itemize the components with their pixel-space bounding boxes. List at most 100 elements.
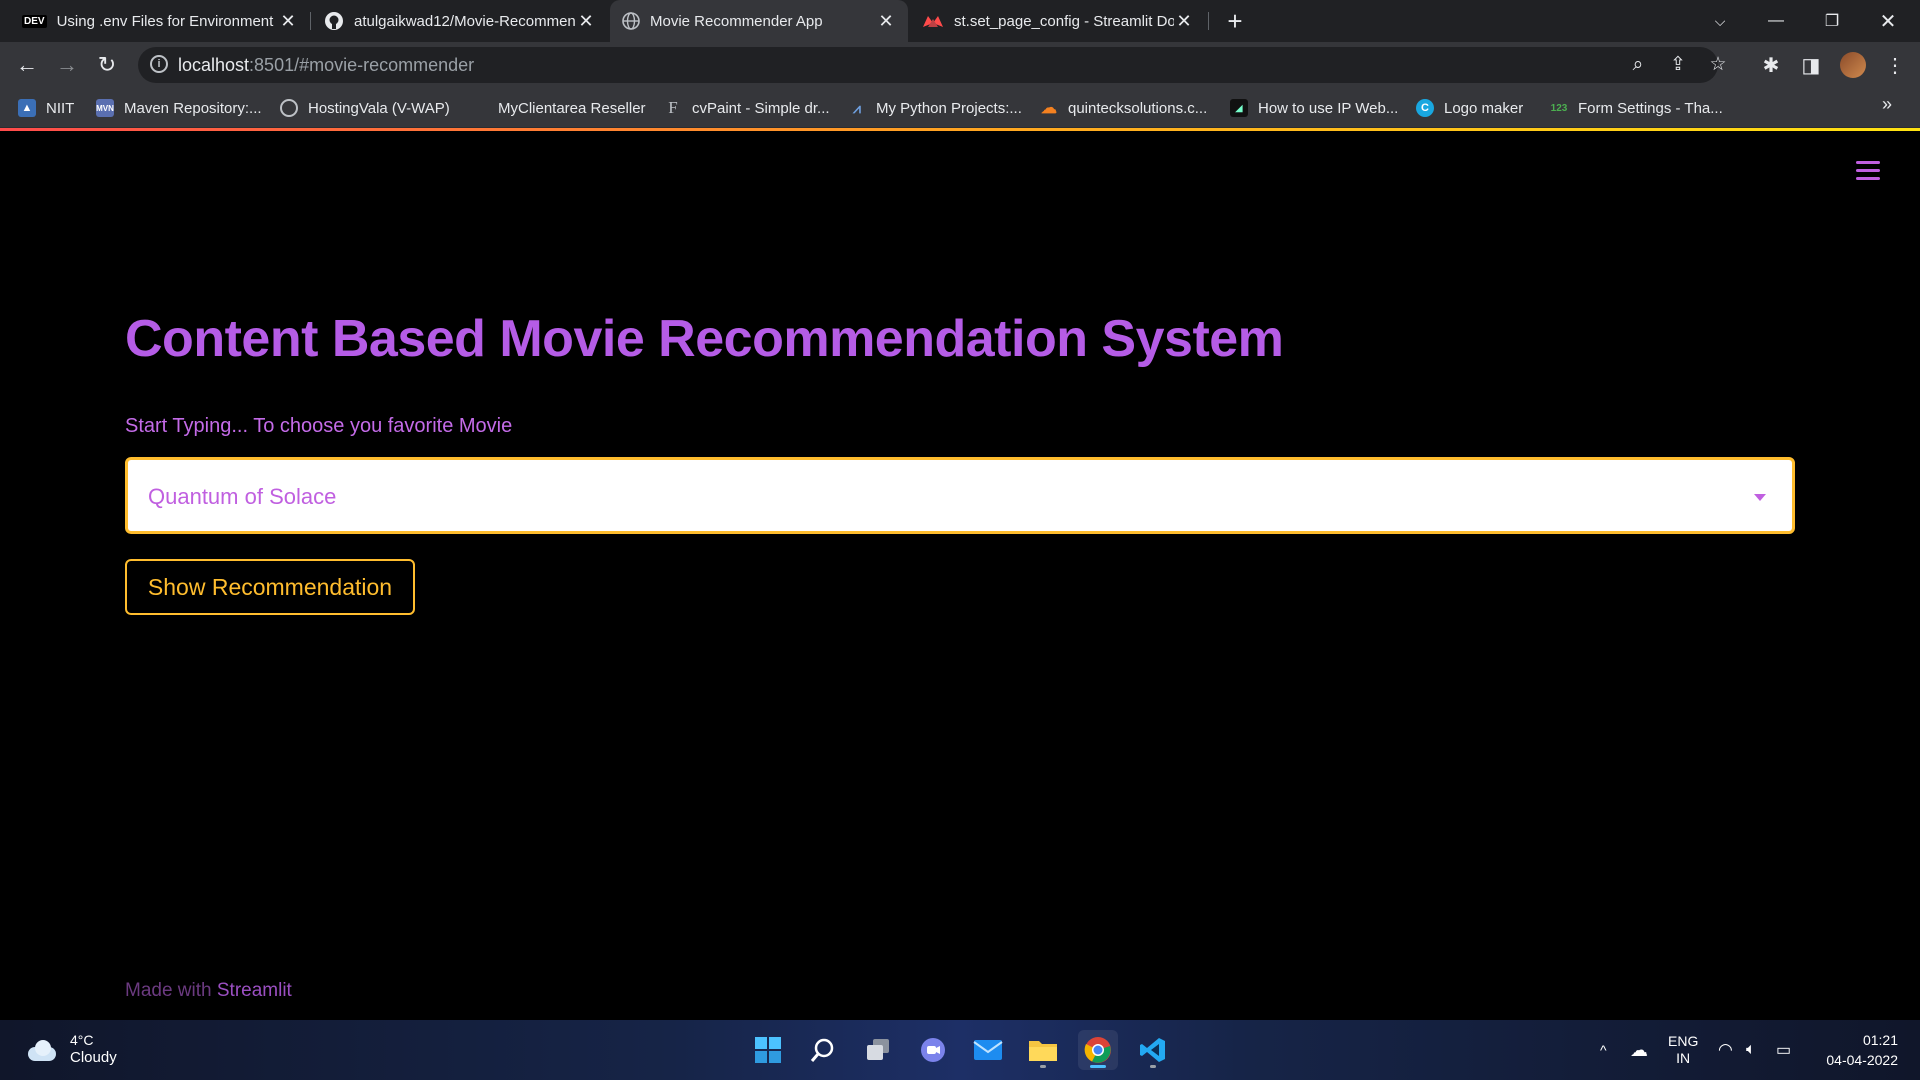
tab-github[interactable]: atulgaikwad12/Movie-Recommen ✕ bbox=[312, 0, 608, 42]
chrome-icon[interactable] bbox=[1078, 1030, 1118, 1070]
minimize-button[interactable]: — bbox=[1748, 0, 1804, 42]
vscode-icon[interactable] bbox=[1133, 1030, 1173, 1070]
restore-button[interactable]: ❐ bbox=[1804, 0, 1860, 42]
movie-selectbox[interactable]: Quantum of Solace bbox=[125, 457, 1795, 534]
close-icon[interactable]: ✕ bbox=[576, 11, 596, 31]
file-explorer-icon[interactable] bbox=[1023, 1030, 1063, 1070]
active-indicator bbox=[1090, 1065, 1106, 1068]
bookmark-label: How to use IP Web... bbox=[1258, 99, 1399, 117]
weather-widget[interactable]: 4°C Cloudy bbox=[24, 1032, 117, 1067]
reload-button[interactable]: ↻ bbox=[92, 50, 122, 80]
cloudflare-icon: ☁ bbox=[1041, 100, 1057, 117]
bookmark-label: quinteckso­lutions.c... bbox=[1068, 99, 1208, 117]
globe-icon bbox=[622, 12, 640, 30]
tab-title: st.set_page_config - Streamlit Do bbox=[954, 12, 1174, 30]
running-indicator bbox=[1040, 1065, 1046, 1068]
close-icon[interactable]: ✕ bbox=[1174, 11, 1194, 31]
streamlit-link[interactable]: Streamlit bbox=[217, 980, 292, 1001]
streamlit-app: Content Based Movie Recommendation Syste… bbox=[0, 131, 1920, 1020]
close-icon[interactable]: ✕ bbox=[876, 11, 896, 31]
bookmark-star-icon[interactable]: ☆ bbox=[1706, 53, 1730, 77]
time: 01:21 bbox=[1862, 1032, 1898, 1048]
cvpaint-icon: F bbox=[668, 98, 678, 117]
tab-title: Movie Recommender App bbox=[650, 12, 823, 30]
ipwebcam-icon: ◢ bbox=[1230, 99, 1248, 117]
temperature: 4°C bbox=[70, 1032, 94, 1048]
region-code: IN bbox=[1676, 1050, 1691, 1066]
weather-condition: Cloudy bbox=[70, 1049, 117, 1066]
bookmark-form-settings[interactable]: 123 Form Settings - Tha... bbox=[1550, 96, 1723, 120]
bookmark-niit[interactable]: ▲ NIIT bbox=[18, 96, 74, 120]
share-icon[interactable]: ⇪ bbox=[1666, 53, 1690, 77]
bookmark-label: Logo maker bbox=[1444, 99, 1524, 117]
task-view-icon[interactable] bbox=[858, 1030, 898, 1070]
show-hidden-icons[interactable]: ^ bbox=[1600, 1020, 1607, 1080]
browser-toolbar: ← → ↻ i localhost:8501/#movie-recommende… bbox=[0, 42, 1920, 88]
bookmark-quintecksolutions[interactable]: ☁ quinteckso­lutions.c... bbox=[1040, 96, 1207, 120]
bookmark-logo-maker[interactable]: C Logo maker bbox=[1416, 96, 1523, 120]
logo-maker-icon: C bbox=[1416, 99, 1434, 117]
movie-select-label: Start Typing... To choose you favorite M… bbox=[125, 415, 513, 437]
footer-text: Made with bbox=[125, 980, 217, 1001]
form-icon: 123 bbox=[1550, 102, 1568, 114]
hamburger-menu-icon[interactable] bbox=[1856, 161, 1880, 181]
maven-icon: MVN bbox=[96, 99, 114, 117]
volume-icon[interactable]: 🔈︎ bbox=[1746, 1020, 1756, 1080]
search-icon[interactable] bbox=[803, 1030, 843, 1070]
tab-search-icon[interactable]: ⌵ bbox=[1692, 0, 1748, 42]
tab-dev-env[interactable]: DEV Using .env Files for Environment ✕ bbox=[10, 0, 310, 42]
site-info-icon[interactable]: i bbox=[150, 55, 168, 73]
language-indicator[interactable]: ENG IN bbox=[1668, 1020, 1698, 1080]
bookmark-label: Maven Repository:... bbox=[124, 99, 262, 117]
tab-divider bbox=[310, 12, 311, 30]
bookmarks-bar: ▲ NIIT MVN Maven Repository:... HostingVal… bbox=[0, 88, 1920, 128]
tab-title: Using .env Files for Environment bbox=[56, 12, 274, 30]
side-panel-icon[interactable]: ◨ bbox=[1796, 50, 1826, 80]
bookmark-label: My Python Projects:... bbox=[876, 99, 1022, 117]
github-icon bbox=[325, 12, 343, 30]
running-indicator bbox=[1150, 1065, 1156, 1068]
url-text: localhost:8501/#movie-recommender bbox=[178, 55, 474, 76]
dev-favicon-icon: DEV bbox=[22, 14, 47, 28]
close-icon[interactable]: ✕ bbox=[278, 11, 298, 31]
chevron-down-icon[interactable] bbox=[1754, 494, 1766, 501]
clock[interactable]: 01:21 04-04-2022 bbox=[1818, 1030, 1898, 1070]
forward-button[interactable]: → bbox=[52, 50, 82, 80]
extensions-icon[interactable]: ✱ bbox=[1756, 50, 1786, 80]
bookmark-cvpaint[interactable]: FcvPaint - Simple dr... bbox=[664, 96, 829, 120]
more-bookmarks-icon[interactable]: » bbox=[1882, 94, 1892, 115]
tab-divider bbox=[1208, 12, 1209, 30]
address-bar[interactable]: i localhost:8501/#movie-recommender ⌕ ⇪ … bbox=[138, 47, 1727, 83]
date: 04-04-2022 bbox=[1826, 1052, 1898, 1068]
niit-icon: ▲ bbox=[18, 99, 36, 117]
show-recommendation-button[interactable]: Show Recommendation bbox=[125, 559, 415, 615]
wifi-icon[interactable]: ◠ bbox=[1718, 1020, 1733, 1080]
mail-icon[interactable] bbox=[968, 1030, 1008, 1070]
bookmark-label: HostingVala (V-WAP) bbox=[308, 99, 450, 117]
new-tab-button[interactable]: + bbox=[1222, 8, 1248, 34]
bookmark-hostingvala[interactable]: HostingVala (V-WAP) bbox=[280, 96, 450, 120]
globe-icon bbox=[280, 99, 298, 117]
bookmark-maven[interactable]: MVN Maven Repository:... bbox=[96, 96, 262, 120]
onedrive-icon[interactable]: ☁ bbox=[1630, 1020, 1648, 1080]
menu-kebab-icon[interactable]: ⋮ bbox=[1880, 50, 1910, 80]
python-icon: ⩘ bbox=[853, 99, 861, 116]
back-button[interactable]: ← bbox=[12, 50, 42, 80]
tab-streamlit-docs[interactable]: st.set_page_config - Streamlit Do ✕ bbox=[910, 0, 1206, 42]
tab-movie-recommender[interactable]: Movie Recommender App ✕ bbox=[610, 0, 908, 42]
windows-start-icon[interactable] bbox=[748, 1030, 788, 1070]
close-window-button[interactable]: ✕ bbox=[1860, 0, 1916, 42]
cloud-icon bbox=[24, 1039, 58, 1061]
bookmark-ip-webcam[interactable]: ◢ How to use IP Web... bbox=[1230, 96, 1398, 120]
tab-title: atulgaikwad12/Movie-Recommen bbox=[354, 12, 576, 30]
bookmark-label: MyClientarea Reseller bbox=[498, 99, 646, 117]
footer: Made with Streamlit bbox=[125, 980, 292, 1002]
profile-avatar[interactable] bbox=[1840, 52, 1866, 78]
zoom-icon[interactable]: ⌕ bbox=[1626, 53, 1650, 77]
tab-bar: DEV Using .env Files for Environment ✕ a… bbox=[0, 0, 1920, 42]
battery-icon[interactable]: ▭ bbox=[1776, 1020, 1791, 1080]
streamlit-icon bbox=[923, 16, 943, 27]
teams-chat-icon[interactable] bbox=[913, 1030, 953, 1070]
bookmark-myclientarea[interactable]: MyClientarea Reseller bbox=[498, 96, 646, 120]
bookmark-python-projects[interactable]: ⩘ My Python Projects:... bbox=[848, 96, 1022, 120]
